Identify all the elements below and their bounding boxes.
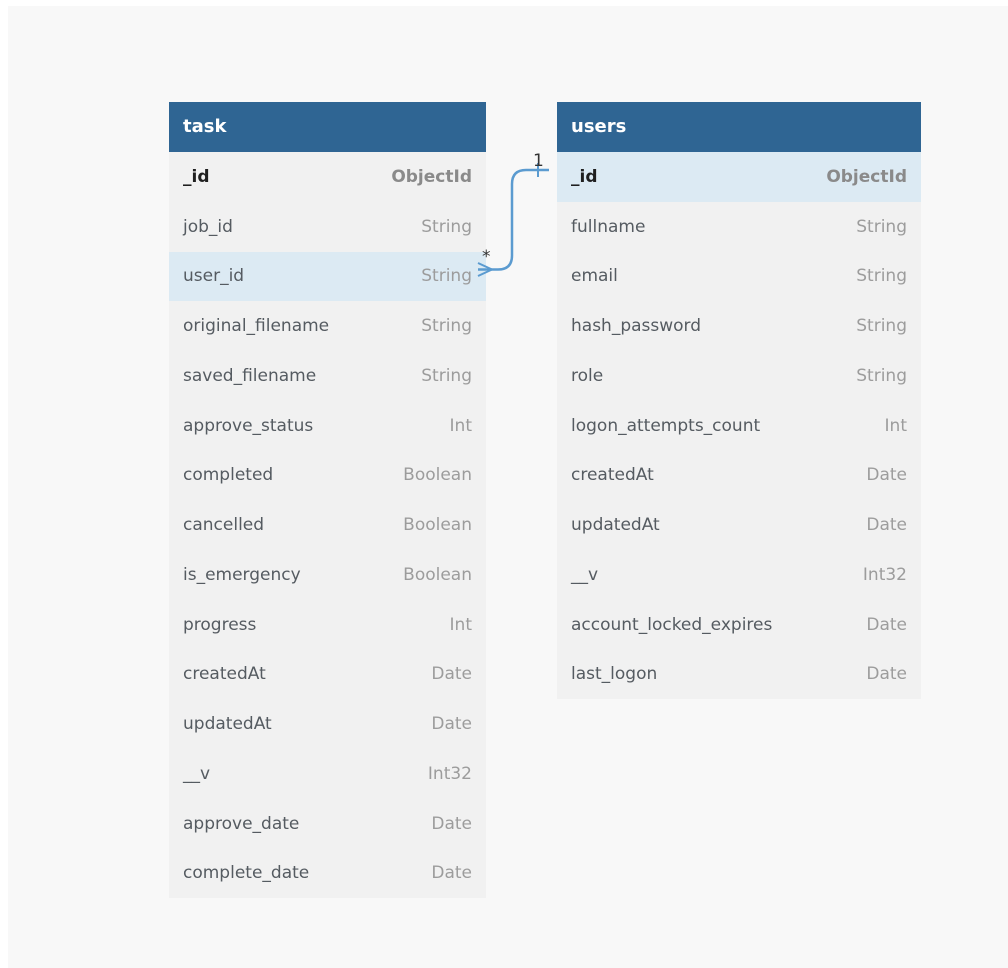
field-row[interactable]: original_filename String	[169, 301, 486, 351]
field-type: ObjectId	[826, 166, 907, 187]
field-row[interactable]: job_id String	[169, 202, 486, 252]
relationship-connector[interactable]	[478, 168, 549, 271]
field-type: Boolean	[403, 465, 472, 486]
field-row[interactable]: approve_status Int	[169, 401, 486, 451]
table-task[interactable]: task _id ObjectId job_id String user_id Strin…	[169, 102, 486, 899]
table-header[interactable]: task	[169, 102, 486, 152]
field-type: String	[856, 216, 907, 237]
field-name: _id	[571, 166, 598, 187]
field-row[interactable]: role String	[557, 351, 921, 401]
field-name: fullname	[571, 216, 646, 237]
field-type: Boolean	[403, 564, 472, 585]
field-type: Date	[431, 863, 472, 884]
field-row[interactable]: __v Int32	[169, 749, 486, 799]
field-type: Boolean	[403, 515, 472, 536]
field-row[interactable]: fullname String	[557, 202, 921, 252]
field-name: _id	[183, 166, 210, 187]
field-name: job_id	[183, 216, 233, 237]
field-type: Date	[866, 614, 907, 635]
field-name: updatedAt	[183, 714, 272, 735]
field-name: original_filename	[183, 316, 330, 337]
field-type: ObjectId	[391, 166, 472, 187]
field-name: user_id	[183, 266, 245, 287]
field-row[interactable]: complete_date Date	[169, 849, 486, 899]
field-name: role	[571, 365, 604, 386]
field-name: completed	[183, 465, 274, 486]
field-name: account_locked_expires	[571, 614, 773, 635]
field-type: Int	[449, 614, 472, 635]
field-type: Int	[449, 415, 472, 436]
table-users[interactable]: users _id ObjectId fullname String email Stri…	[557, 102, 921, 700]
cardinality-one-label: 1	[533, 151, 544, 171]
table-header[interactable]: users	[557, 102, 921, 152]
field-name: __v	[183, 763, 211, 784]
field-row[interactable]: last_logon Date	[557, 650, 921, 700]
field-type: Int32	[427, 763, 472, 784]
field-name: updatedAt	[571, 515, 660, 536]
field-type: String	[856, 266, 907, 287]
field-name: __v	[571, 564, 599, 585]
field-type: String	[421, 266, 472, 287]
field-type: Date	[866, 664, 907, 685]
field-list: _id ObjectId job_id String user_id String orig…	[169, 152, 486, 898]
field-name: progress	[183, 614, 257, 635]
field-row[interactable]: completed Boolean	[169, 451, 486, 501]
field-type: Date	[431, 714, 472, 735]
field-type: String	[856, 316, 907, 337]
field-name: createdAt	[183, 664, 266, 685]
field-row[interactable]: createdAt Date	[557, 451, 921, 501]
field-row[interactable]: createdAt Date	[169, 650, 486, 700]
field-name: cancelled	[183, 515, 265, 536]
field-type: Int	[884, 415, 907, 436]
field-name: email	[571, 266, 618, 287]
field-row[interactable]: progress Int	[169, 600, 486, 650]
field-row[interactable]: __v Int32	[557, 550, 921, 600]
field-type: String	[421, 316, 472, 337]
field-type: Date	[866, 515, 907, 536]
field-type: String	[421, 365, 472, 386]
field-row[interactable]: updatedAt Date	[557, 500, 921, 550]
field-row[interactable]: _id ObjectId	[169, 152, 486, 202]
field-name: complete_date	[183, 863, 310, 884]
field-type: Date	[431, 813, 472, 834]
field-type: Int32	[862, 564, 907, 585]
field-row[interactable]: _id ObjectId	[557, 152, 921, 202]
field-type: String	[856, 365, 907, 386]
field-type: Date	[866, 465, 907, 486]
field-row[interactable]: email String	[557, 252, 921, 302]
field-name: createdAt	[571, 465, 654, 486]
field-row[interactable]: logon_attempts_count Int	[557, 401, 921, 451]
field-row[interactable]: user_id String	[169, 251, 486, 302]
field-name: approve_status	[183, 415, 314, 436]
field-row[interactable]: account_locked_expires Date	[557, 600, 921, 650]
field-row[interactable]: updatedAt Date	[169, 699, 486, 749]
field-list: _id ObjectId fullname String email String hash…	[557, 152, 921, 699]
field-row[interactable]: hash_password String	[557, 301, 921, 351]
field-type: String	[421, 216, 472, 237]
diagram-canvas[interactable]: task _id ObjectId job_id String user_id Strin…	[8, 6, 1008, 968]
field-name: last_logon	[571, 664, 658, 685]
field-row[interactable]: is_emergency Boolean	[169, 550, 486, 600]
field-row[interactable]: saved_filename String	[169, 351, 486, 401]
field-type: Date	[431, 664, 472, 685]
field-name: is_emergency	[183, 564, 301, 585]
field-name: approve_date	[183, 813, 300, 834]
field-name: logon_attempts_count	[571, 415, 761, 436]
field-name: saved_filename	[183, 365, 317, 386]
field-row[interactable]: cancelled Boolean	[169, 500, 486, 550]
field-name: hash_password	[571, 316, 702, 337]
field-row[interactable]: approve_date Date	[169, 799, 486, 849]
